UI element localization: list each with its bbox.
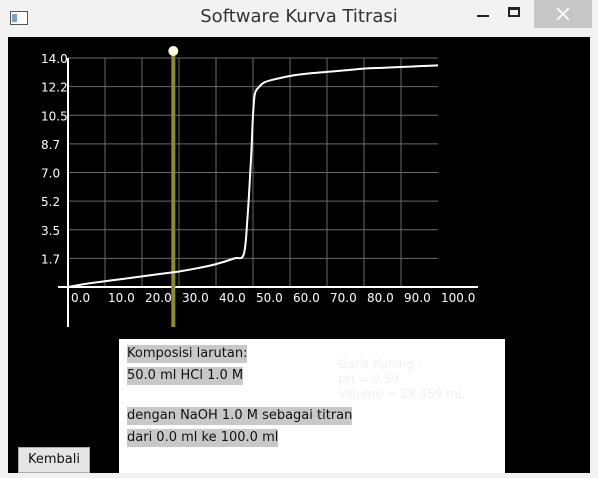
y-tick-label: 12.2 — [41, 81, 68, 95]
close-icon — [557, 8, 569, 20]
titrant-composition: dengan NaOH 1.0 M sebagai titran — [127, 407, 353, 425]
y-tick-label: 8.7 — [41, 138, 60, 152]
close-button[interactable] — [534, 0, 592, 28]
y-tick-label: 5.2 — [41, 195, 60, 209]
analyte-composition: 50.0 ml HCl 1.0 M — [127, 367, 244, 385]
composition-heading: Komposisi larutan: — [127, 345, 248, 363]
back-button[interactable]: Kembali — [18, 447, 90, 473]
minimize-button[interactable] — [470, 0, 496, 28]
title-bar: Software Kurva Titrasi — [0, 0, 598, 36]
y-tick-labels: 1.7 3.5 5.2 7.0 8.7 10.5 12.2 14.0 — [41, 52, 68, 266]
x-tick-label: 50.0 — [256, 291, 283, 305]
y-tick-label: 7.0 — [41, 167, 60, 181]
chart-grid — [67, 57, 438, 288]
cursor-ph: pH = 0.59 — [338, 372, 400, 386]
x-tick-label: 30.0 — [182, 291, 209, 305]
x-tick-label: 60.0 — [293, 291, 320, 305]
chart-axes — [58, 58, 478, 327]
x-tick-label: 100.0 — [441, 291, 475, 305]
titration-canvas: 0.0 10.0 20.0 30.0 40.0 50.0 60.0 70.0 80.0 90.0 1… — [8, 37, 590, 473]
y-tick-label: 3.5 — [41, 224, 60, 238]
x-tick-labels: 0.0 10.0 20.0 30.0 40.0 50.0 60.0 70.0 80.0 90.0 1… — [71, 291, 475, 305]
x-tick-label: 0.0 — [71, 291, 90, 305]
yellow-cursor-line[interactable] — [168, 46, 179, 327]
x-tick-label: 80.0 — [367, 291, 394, 305]
cursor-handle — [168, 46, 179, 56]
y-tick-label: 10.5 — [41, 109, 68, 123]
x-tick-label: 90.0 — [404, 291, 431, 305]
x-tick-label: 20.0 — [145, 291, 172, 305]
y-tick-label: 1.7 — [41, 252, 60, 266]
info-panel: Komposisi larutan: 50.0 ml HCl 1.0 M den… — [119, 339, 505, 473]
maximize-icon — [508, 7, 520, 17]
maximize-button[interactable] — [500, 0, 532, 28]
cursor-title: Garis Kuning : — [338, 357, 422, 371]
x-tick-label: 40.0 — [219, 291, 246, 305]
y-tick-label: 14.0 — [41, 52, 68, 66]
titrant-range: dari 0.0 ml ke 100.0 ml — [127, 429, 279, 447]
x-tick-label: 10.0 — [108, 291, 135, 305]
minimize-icon — [477, 15, 489, 17]
cursor-volume: Volume = 28.459 mL — [338, 387, 465, 401]
x-tick-label: 70.0 — [330, 291, 357, 305]
